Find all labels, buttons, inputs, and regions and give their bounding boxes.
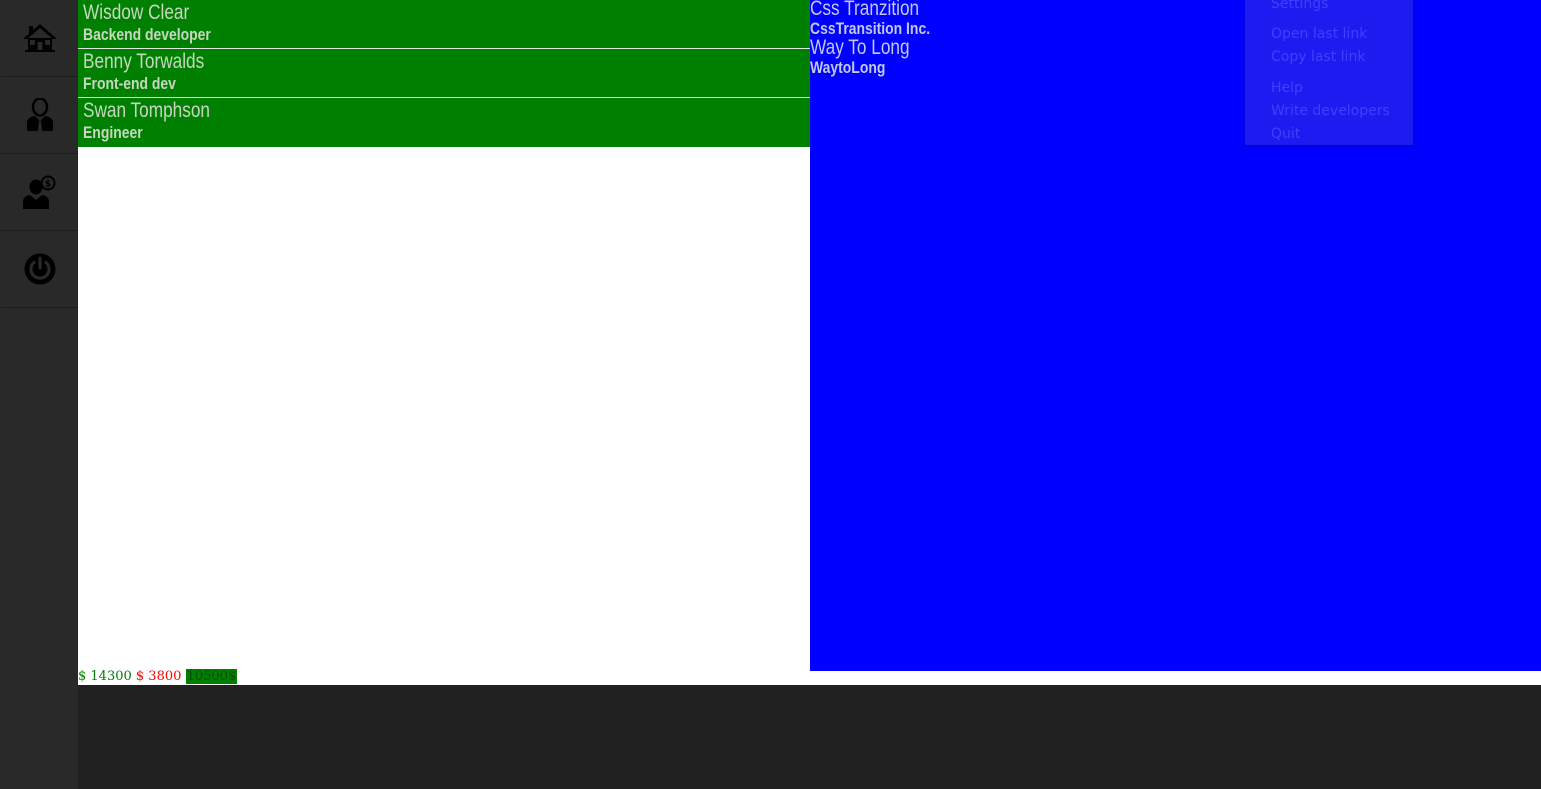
employee-row[interactable]: Wisdow Clear Backend developer bbox=[78, 0, 810, 49]
company-item[interactable]: Css Tranzition CssTransition Inc. bbox=[810, 0, 1541, 38]
home-icon bbox=[22, 23, 57, 53]
sidebar-item-home[interactable] bbox=[1, 0, 78, 77]
total-income: $ 14300 bbox=[78, 669, 132, 684]
menu-item-settings[interactable]: Settings bbox=[1271, 0, 1328, 14]
sidebar-item-user[interactable] bbox=[1, 77, 78, 154]
context-menu: Settings Open last link Copy last link H… bbox=[1245, 0, 1413, 145]
menu-item-quit[interactable]: Quit bbox=[1271, 124, 1300, 144]
total-balance: 10500$ bbox=[185, 669, 238, 684]
employee-name: Swan Tomphson bbox=[83, 99, 210, 122]
employee-list: Wisdow Clear Backend developer Benny Tor… bbox=[78, 0, 810, 147]
employee-row[interactable]: Benny Torwalds Front-end dev bbox=[78, 49, 810, 98]
employee-row[interactable]: Swan Tomphson Engineer bbox=[78, 98, 810, 147]
salary-user-icon: $ bbox=[22, 175, 57, 209]
totals-bar: $ 14300 $ 3800 10500$ bbox=[78, 668, 238, 686]
menu-item-copy-last-link[interactable]: Copy last link bbox=[1271, 47, 1365, 67]
user-icon bbox=[26, 98, 54, 132]
employee-role: Backend developer bbox=[83, 25, 211, 44]
power-icon bbox=[23, 252, 57, 286]
employee-role: Engineer bbox=[83, 123, 143, 142]
sidebar: $ bbox=[0, 0, 78, 789]
sidebar-item-salary[interactable]: $ bbox=[1, 154, 78, 231]
company-panel: Css Tranzition CssTransition Inc. Way To… bbox=[810, 0, 1541, 671]
menu-item-write-developers[interactable]: Write developers bbox=[1271, 101, 1390, 121]
menu-item-help[interactable]: Help bbox=[1271, 78, 1303, 98]
employee-name: Benny Torwalds bbox=[83, 50, 205, 73]
svg-text:$: $ bbox=[44, 180, 50, 190]
employee-name: Wisdow Clear bbox=[83, 1, 190, 24]
total-expense: $ 3800 bbox=[135, 669, 182, 684]
footer-area bbox=[78, 685, 1541, 789]
sidebar-item-power[interactable] bbox=[1, 231, 78, 308]
company-item[interactable]: Way To Long WaytoLong bbox=[810, 37, 1541, 77]
menu-item-open-last-link[interactable]: Open last link bbox=[1271, 24, 1367, 44]
employee-role: Front-end dev bbox=[83, 74, 176, 93]
